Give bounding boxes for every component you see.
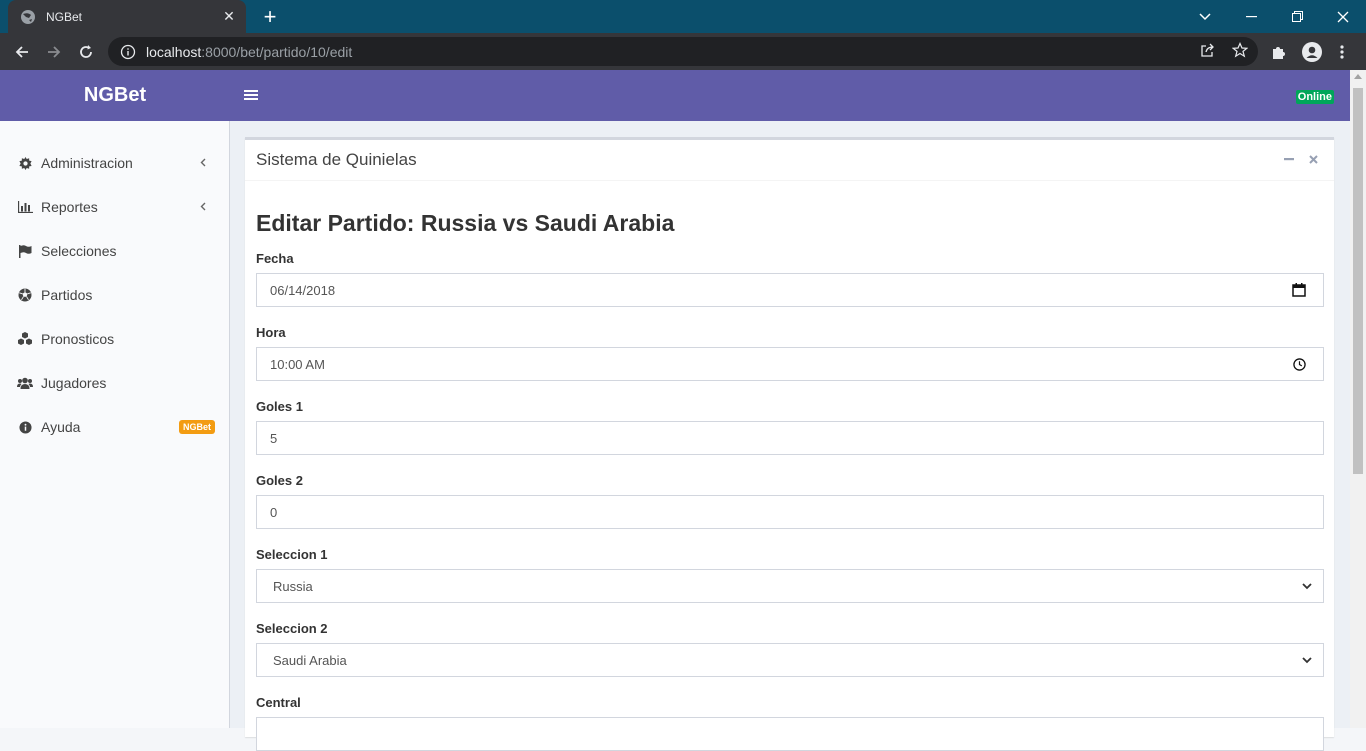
sidebar-item-label: Reportes	[41, 199, 98, 215]
tab-search-chevron-icon[interactable]	[1182, 0, 1228, 33]
browser-menu-icon[interactable]	[1328, 38, 1356, 66]
share-icon[interactable]	[1198, 40, 1218, 60]
sidebar-item-label: Pronosticos	[41, 331, 115, 347]
scroll-up-arrow-icon[interactable]	[1354, 74, 1362, 79]
top-navbar: Online	[230, 70, 1350, 121]
remove-close-icon[interactable]	[1305, 151, 1321, 167]
tab-close-icon[interactable]: ✕	[218, 6, 240, 28]
fecha-date-input[interactable]: 06/14/2018	[256, 273, 1324, 307]
new-tab-button[interactable]: +	[258, 5, 282, 29]
reload-button[interactable]	[72, 38, 100, 66]
cubes-icon	[17, 331, 33, 347]
info-icon	[17, 419, 33, 435]
seleccion1-label: Seleccion 1	[256, 547, 328, 562]
minimize-button[interactable]	[1228, 0, 1274, 33]
seleccion1-value: Russia	[273, 578, 313, 594]
bar-chart-icon	[17, 199, 33, 215]
forward-button[interactable]	[40, 38, 68, 66]
hamburger-menu-icon[interactable]	[244, 88, 258, 102]
goles1-input[interactable]: 5	[256, 421, 1324, 455]
sidebar-item-label: Selecciones	[41, 243, 117, 259]
box-header: Sistema de Quinielas	[245, 140, 1334, 181]
online-status-badge: Online	[1295, 90, 1334, 104]
goles1-value: 5	[270, 430, 278, 446]
sidebar-item-label: Jugadores	[41, 375, 107, 391]
address-bar[interactable]: localhost:8000/bet/partido/10/edit	[108, 37, 1258, 66]
goles2-input[interactable]: 0	[256, 495, 1324, 529]
browser-toolbar: localhost:8000/bet/partido/10/edit	[0, 33, 1366, 70]
flag-icon	[17, 243, 33, 259]
site-info-icon[interactable]	[120, 44, 136, 60]
box-title: Sistema de Quinielas	[256, 150, 417, 169]
sidebar-item-pronosticos[interactable]: Pronosticos	[0, 317, 230, 361]
help-badge: NGBet	[178, 420, 215, 434]
chevron-left-icon	[200, 156, 210, 170]
app-viewport: NGBet Online Administracion Reportes Sel…	[0, 70, 1350, 751]
fecha-label: Fecha	[256, 251, 294, 266]
tab-title: NGBet	[46, 9, 83, 24]
hora-value: 10:00 AM	[270, 356, 325, 372]
seleccion2-label: Seleccion 2	[256, 621, 328, 636]
restore-button[interactable]	[1274, 0, 1320, 33]
back-button[interactable]	[8, 38, 36, 66]
soccer-ball-icon	[17, 287, 33, 303]
url-host: localhost	[146, 43, 202, 60]
users-icon	[17, 375, 33, 391]
clock-icon[interactable]	[1291, 356, 1307, 372]
hora-time-input[interactable]: 10:00 AM	[256, 347, 1324, 381]
main-content: Sistema de Quinielas Editar Partido: Rus…	[230, 121, 1350, 751]
chevron-down-icon	[1302, 657, 1312, 664]
bookmark-star-icon[interactable]	[1230, 40, 1250, 60]
scrollbar-thumb[interactable]	[1353, 88, 1363, 474]
globe-icon	[21, 9, 35, 24]
fecha-value: 06/14/2018	[270, 282, 336, 298]
form-box: Sistema de Quinielas Editar Partido: Rus…	[245, 137, 1334, 751]
seleccion1-select[interactable]: Russia	[256, 569, 1324, 603]
sidebar-item-reportes[interactable]: Reportes	[0, 185, 230, 229]
collapse-minus-icon[interactable]	[1281, 151, 1297, 167]
extensions-puzzle-icon[interactable]	[1265, 38, 1293, 66]
sidebar-item-label: Partidos	[41, 287, 93, 303]
sidebar-item-administracion[interactable]: Administracion	[0, 141, 230, 185]
hora-label: Hora	[256, 325, 286, 340]
profile-avatar-icon[interactable]	[1298, 38, 1326, 66]
goles1-label: Goles 1	[256, 399, 303, 414]
chevron-left-icon	[200, 200, 210, 214]
browser-tab[interactable]: NGBet ✕	[8, 0, 246, 33]
goles2-label: Goles 2	[256, 473, 303, 488]
seleccion2-value: Saudi Arabia	[273, 652, 347, 668]
sidebar-item-partidos[interactable]: Partidos	[0, 273, 230, 317]
goles2-value: 0	[270, 504, 278, 520]
browser-tab-strip: NGBet ✕ +	[0, 0, 1366, 33]
sidebar: Administracion Reportes Selecciones Part…	[0, 121, 230, 728]
central-label: Central	[256, 695, 301, 710]
sidebar-item-label: Ayuda	[41, 419, 81, 435]
page-scrollbar[interactable]	[1350, 70, 1366, 728]
page-title: Editar Partido: Russia vs Saudi Arabia	[256, 210, 675, 236]
sidebar-item-jugadores[interactable]: Jugadores	[0, 361, 230, 405]
gear-icon	[17, 155, 33, 171]
sidebar-item-selecciones[interactable]: Selecciones	[0, 229, 230, 273]
sidebar-item-label: Administracion	[41, 155, 133, 171]
seleccion2-select[interactable]: Saudi Arabia	[256, 643, 1324, 677]
central-input[interactable]	[256, 717, 1324, 751]
close-window-button[interactable]	[1320, 0, 1366, 33]
calendar-icon[interactable]	[1291, 282, 1307, 298]
brand-logo[interactable]: NGBet	[0, 70, 230, 121]
chevron-down-icon	[1302, 583, 1312, 590]
url-path: :8000/bet/partido/10/edit	[201, 43, 353, 60]
sidebar-item-ayuda[interactable]: Ayuda NGBet	[0, 405, 230, 449]
